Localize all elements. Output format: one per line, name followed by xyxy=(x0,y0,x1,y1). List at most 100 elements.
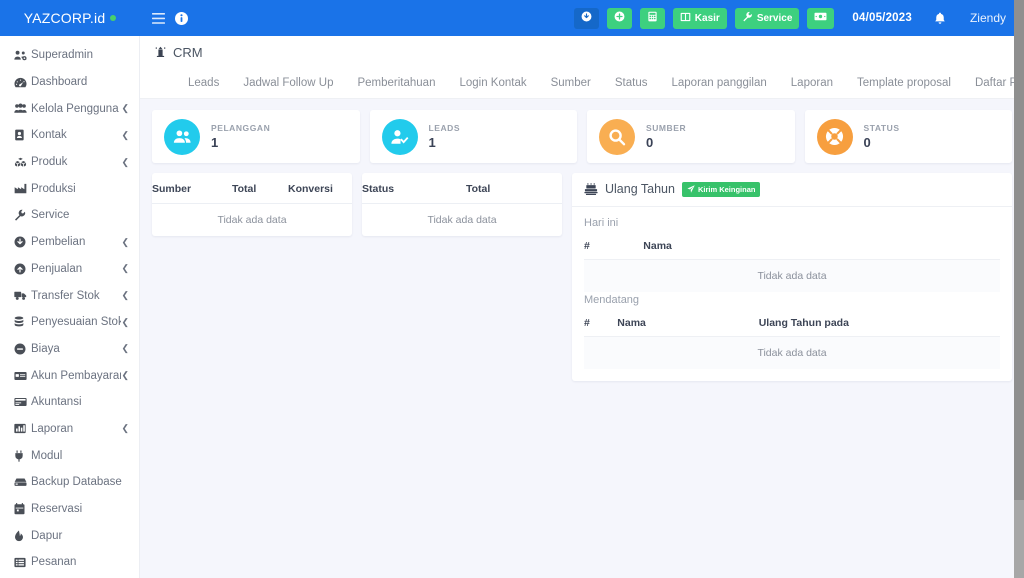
tab-status[interactable]: Status xyxy=(603,68,660,98)
birthday-body: Hari ini # Nama Tidak ada data Mendatang… xyxy=(572,207,1012,381)
chevron-left-icon: ❮ xyxy=(121,129,129,140)
tab-sumber[interactable]: Sumber xyxy=(539,68,603,98)
tab-template-proposal[interactable]: Template proposal xyxy=(845,68,963,98)
sidebar-item-produksi[interactable]: Produksi xyxy=(0,175,139,202)
brand-name: YAZCORP.id xyxy=(23,10,106,26)
stat-value: 1 xyxy=(428,135,436,150)
sidebar-item-pembelian[interactable]: Pembelian ❮ xyxy=(0,229,139,256)
stat-card-pelanggan[interactable]: PELANGGAN 1 xyxy=(152,110,360,163)
brand-logo[interactable]: YAZCORP.id xyxy=(0,0,140,36)
stat-cards-row: PELANGGAN 1 LEADS 1 SUMBER 0 STATUS 0 xyxy=(152,110,1012,163)
sidebar-item-dashboard[interactable]: Dashboard xyxy=(0,69,139,96)
sidebar-item-label: Akuntansi xyxy=(31,396,82,409)
sidebar-item-akuntansi[interactable]: Akuntansi xyxy=(0,389,139,416)
sidebar-item-reservasi[interactable]: Reservasi xyxy=(0,496,139,523)
sidebar-item-laporan[interactable]: Laporan ❮ xyxy=(0,416,139,443)
sidebar-item-label: Laporan xyxy=(31,422,74,435)
sidebar-item-kontak[interactable]: Kontak ❮ xyxy=(0,122,139,149)
table-row: Tidak ada data xyxy=(362,204,562,237)
col-index: # xyxy=(584,232,618,260)
database-icon xyxy=(14,316,31,328)
chevron-left-icon: ❮ xyxy=(121,343,129,354)
sidebar-item-label: Produk xyxy=(31,156,68,169)
sidebar-item-modul[interactable]: Modul xyxy=(0,442,139,469)
kirim-keinginan-label: Kirim Keinginan xyxy=(697,184,756,194)
sidebar-item-service[interactable]: Service xyxy=(0,202,139,229)
chevron-left-icon: ❮ xyxy=(121,156,129,167)
empty-message: Tidak ada data xyxy=(584,259,1000,292)
sidebar-item-penjualan[interactable]: Penjualan ❮ xyxy=(0,256,139,283)
bell-icon[interactable] xyxy=(934,12,946,25)
table-header-row: Status Total xyxy=(362,173,562,204)
col-nama: Nama xyxy=(617,232,1000,260)
calculator-button[interactable] xyxy=(639,7,665,29)
sidebar-item-dapur[interactable]: Dapur xyxy=(0,522,139,549)
tab-laporan-panggilan[interactable]: Laporan panggilan xyxy=(660,68,779,98)
sidebar-item-produk[interactable]: Produk ❮ xyxy=(0,149,139,176)
users-cog-icon xyxy=(14,50,31,61)
stat-value: 0 xyxy=(863,135,871,150)
chart-bar-icon xyxy=(14,423,31,434)
col-ulang-tahun-pada: Ulang Tahun pada xyxy=(758,309,1000,337)
info-circle-icon[interactable] xyxy=(175,11,188,25)
sidebar-item-superadmin[interactable]: Superadmin xyxy=(0,42,139,69)
stat-card-leads[interactable]: LEADS 1 xyxy=(369,110,577,163)
life-ring-icon xyxy=(816,118,853,155)
sidebar-item-label: Service xyxy=(31,209,70,222)
user-menu[interactable]: Ziendy xyxy=(970,11,1006,25)
tab-login-kontak[interactable]: Login Kontak xyxy=(447,68,538,98)
sidebar-item-transfer-stok[interactable]: Transfer Stok ❮ xyxy=(0,282,139,309)
chevron-left-icon: ❮ xyxy=(121,263,129,274)
add-button[interactable] xyxy=(606,7,632,29)
tab-pemberitahuan[interactable]: Pemberitahuan xyxy=(345,68,447,98)
kasir-button[interactable]: Kasir xyxy=(672,7,727,29)
money-button[interactable] xyxy=(807,7,835,29)
col-konversi: Konversi xyxy=(288,173,352,204)
tab-laporan[interactable]: Laporan xyxy=(779,68,845,98)
stat-card-sumber[interactable]: SUMBER 0 xyxy=(587,110,795,163)
page-scrollbar-thumb[interactable] xyxy=(1014,0,1024,500)
sidebar-item-label: Kelola Pengguna xyxy=(31,102,119,115)
sidebar-item-backup-database[interactable]: Backup Database xyxy=(0,469,139,496)
sidebar-item-label: Dashboard xyxy=(31,76,88,89)
app-root: YAZCORP.id Kasir Service 04/05/2023 Zien… xyxy=(0,0,1024,578)
tab-jadwal-follow-up[interactable]: Jadwal Follow Up xyxy=(231,68,345,98)
sidebar-item-biaya[interactable]: Biaya ❮ xyxy=(0,336,139,363)
user-check-icon xyxy=(381,118,418,155)
sidebar-item-label: Penyesuaian Stok xyxy=(31,316,122,329)
tab-leads[interactable]: Leads xyxy=(176,68,231,98)
sidebar-item-label: Pesanan xyxy=(31,556,77,569)
hamburger-icon[interactable] xyxy=(152,12,165,24)
page-header: CRM Leads Jadwal Follow Up Pemberitahuan Lo… xyxy=(140,36,1024,99)
calendar-icon xyxy=(14,503,31,515)
chevron-left-icon: ❮ xyxy=(121,316,129,327)
today-section-label: Hari ini xyxy=(584,216,619,229)
content-area: CRM Leads Jadwal Follow Up Pemberitahuan Lo… xyxy=(140,36,1024,578)
sidebar-item-label: Pembelian xyxy=(31,236,86,249)
sidebar-item-akun-pembayaran[interactable]: Akun Pembayaran ❮ xyxy=(0,362,139,389)
table-row: Tidak ada data xyxy=(584,259,1000,292)
page-scrollbar-track[interactable] xyxy=(1014,0,1024,578)
card-alt-icon xyxy=(14,397,31,407)
kirim-keinginan-button[interactable]: Kirim Keinginan xyxy=(681,182,761,197)
empty-message: Tidak ada data xyxy=(427,214,497,226)
cubes-icon xyxy=(14,157,31,168)
arrow-down-circle-icon xyxy=(14,236,31,248)
sidebar-item-label: Modul xyxy=(31,449,63,462)
table-header-row: # Nama xyxy=(584,232,1000,260)
sidebar-item-kelola-pengguna[interactable]: Kelola Pengguna ❮ xyxy=(0,95,139,122)
birthday-header: Ulang Tahun Kirim Keinginan xyxy=(572,173,1012,207)
plus-circle-icon xyxy=(614,11,625,25)
status-panel: Status Total Tidak ada data xyxy=(362,173,562,236)
users-icon xyxy=(14,103,31,114)
sidebar-item-pesanan[interactable]: Pesanan xyxy=(0,549,139,576)
sidebar: Superadmin Dashboard Kelola Pengguna ❮ Konta… xyxy=(0,36,140,578)
sidebar-item-penyesuaian-stok[interactable]: Penyesuaian Stok ❮ xyxy=(0,309,139,336)
stat-card-status[interactable]: STATUS 0 xyxy=(804,110,1012,163)
users-icon xyxy=(164,118,200,155)
service-button[interactable]: Service xyxy=(734,7,800,29)
col-total: Total xyxy=(232,173,288,204)
sidebar-item-label: Superadmin xyxy=(31,49,94,62)
download-button[interactable] xyxy=(573,7,599,29)
wrench-icon xyxy=(14,209,31,222)
